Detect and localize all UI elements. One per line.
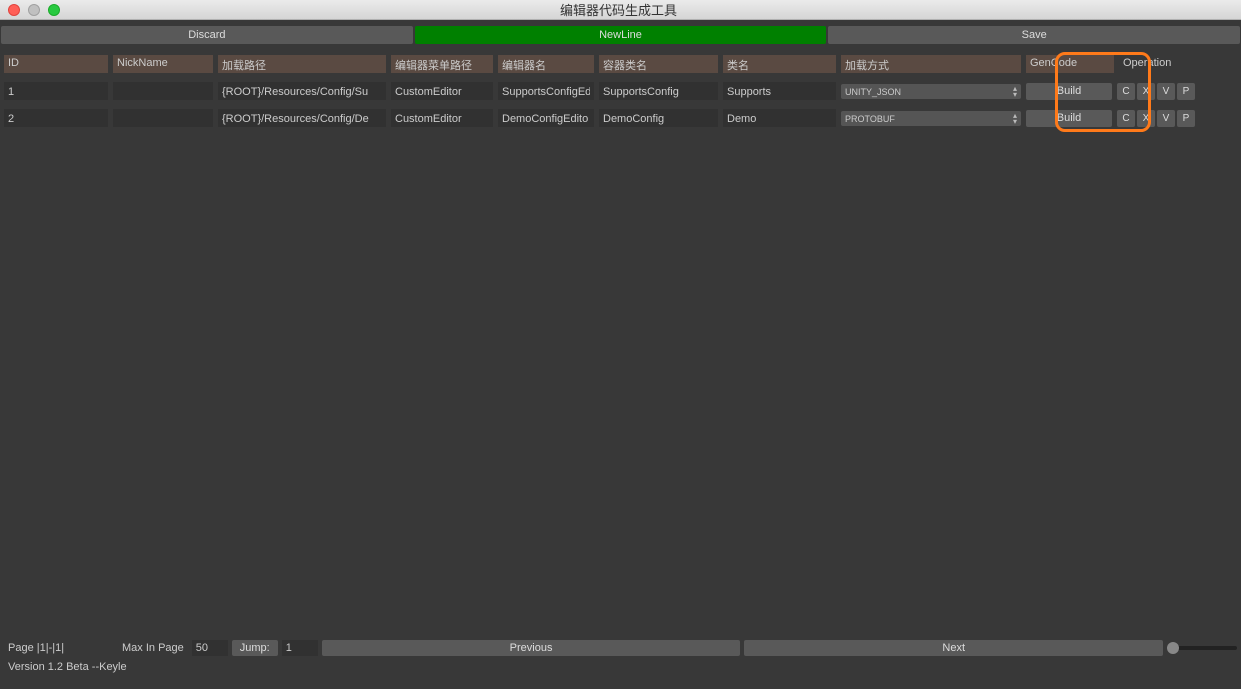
- nickname-field[interactable]: [113, 82, 213, 100]
- table-row: PROTOBUF ▴▾ Build C X V P: [4, 108, 1237, 128]
- header-loadtype: 加载方式: [841, 55, 1021, 73]
- max-in-page-label: Max In Page: [118, 642, 188, 654]
- minimize-window-icon[interactable]: [28, 4, 40, 16]
- loadtype-dropdown[interactable]: UNITY_JSON ▴▾: [841, 84, 1021, 99]
- editorname-field[interactable]: [498, 109, 594, 127]
- zoom-slider[interactable]: [1167, 646, 1237, 650]
- next-button[interactable]: Next: [744, 640, 1163, 656]
- header-menupath: 编辑器菜单路径: [391, 55, 493, 73]
- build-button[interactable]: Build: [1026, 110, 1112, 127]
- op-c-button[interactable]: C: [1117, 110, 1135, 127]
- jump-button[interactable]: Jump:: [232, 640, 278, 656]
- op-v-button[interactable]: V: [1157, 83, 1175, 100]
- container-field[interactable]: [599, 82, 718, 100]
- max-in-page-input[interactable]: [192, 640, 228, 656]
- close-window-icon[interactable]: [8, 4, 20, 16]
- data-grid: ID NickName 加载路径 编辑器菜单路径 编辑器名 容器类名 类名 加载…: [0, 54, 1241, 128]
- version-label: Version 1.2 Beta --Keyle: [0, 657, 1241, 677]
- op-x-button[interactable]: X: [1137, 110, 1155, 127]
- build-button[interactable]: Build: [1026, 83, 1112, 100]
- slider-thumb-icon[interactable]: [1167, 642, 1179, 654]
- classname-field[interactable]: [723, 109, 836, 127]
- save-button[interactable]: Save: [828, 26, 1240, 44]
- dropdown-arrows-icon: ▴▾: [1013, 113, 1017, 125]
- operation-group: C X V P: [1117, 110, 1195, 127]
- op-x-button[interactable]: X: [1137, 83, 1155, 100]
- header-operation: Operation: [1119, 55, 1237, 73]
- header-gencode: GenCode: [1026, 55, 1114, 73]
- window-titlebar: 编辑器代码生成工具: [0, 0, 1241, 20]
- page-indicator: Page |1|-|1|: [4, 642, 114, 654]
- loadtype-value: UNITY_JSON: [845, 87, 901, 97]
- header-row: ID NickName 加载路径 编辑器菜单路径 编辑器名 容器类名 类名 加载…: [4, 54, 1237, 74]
- table-row: UNITY_JSON ▴▾ Build C X V P: [4, 81, 1237, 101]
- menupath-field[interactable]: [391, 82, 493, 100]
- header-id: ID: [4, 55, 108, 73]
- window-title: 编辑器代码生成工具: [60, 0, 1177, 19]
- id-field[interactable]: [4, 82, 108, 100]
- op-p-button[interactable]: P: [1177, 110, 1195, 127]
- loadtype-dropdown[interactable]: PROTOBUF ▴▾: [841, 111, 1021, 126]
- discard-button[interactable]: Discard: [1, 26, 413, 44]
- op-p-button[interactable]: P: [1177, 83, 1195, 100]
- pagination-row: Page |1|-|1| Max In Page Jump: Previous …: [0, 639, 1241, 657]
- id-field[interactable]: [4, 109, 108, 127]
- editorname-field[interactable]: [498, 82, 594, 100]
- header-loadpath: 加载路径: [218, 55, 386, 73]
- newline-button[interactable]: NewLine: [415, 26, 827, 44]
- container-field[interactable]: [599, 109, 718, 127]
- jump-page-input[interactable]: [282, 640, 318, 656]
- footer: Page |1|-|1| Max In Page Jump: Previous …: [0, 639, 1241, 677]
- classname-field[interactable]: [723, 82, 836, 100]
- previous-button[interactable]: Previous: [322, 640, 741, 656]
- header-nickname: NickName: [113, 55, 213, 73]
- traffic-lights: [8, 4, 60, 16]
- header-container: 容器类名: [599, 55, 718, 73]
- op-c-button[interactable]: C: [1117, 83, 1135, 100]
- main-toolbar: Discard NewLine Save: [0, 26, 1241, 44]
- header-classname: 类名: [723, 55, 836, 73]
- zoom-window-icon[interactable]: [48, 4, 60, 16]
- header-editorname: 编辑器名: [498, 55, 594, 73]
- menupath-field[interactable]: [391, 109, 493, 127]
- operation-group: C X V P: [1117, 83, 1195, 100]
- loadpath-field[interactable]: [218, 82, 386, 100]
- op-v-button[interactable]: V: [1157, 110, 1175, 127]
- loadtype-value: PROTOBUF: [845, 114, 895, 124]
- nickname-field[interactable]: [113, 109, 213, 127]
- dropdown-arrows-icon: ▴▾: [1013, 86, 1017, 98]
- loadpath-field[interactable]: [218, 109, 386, 127]
